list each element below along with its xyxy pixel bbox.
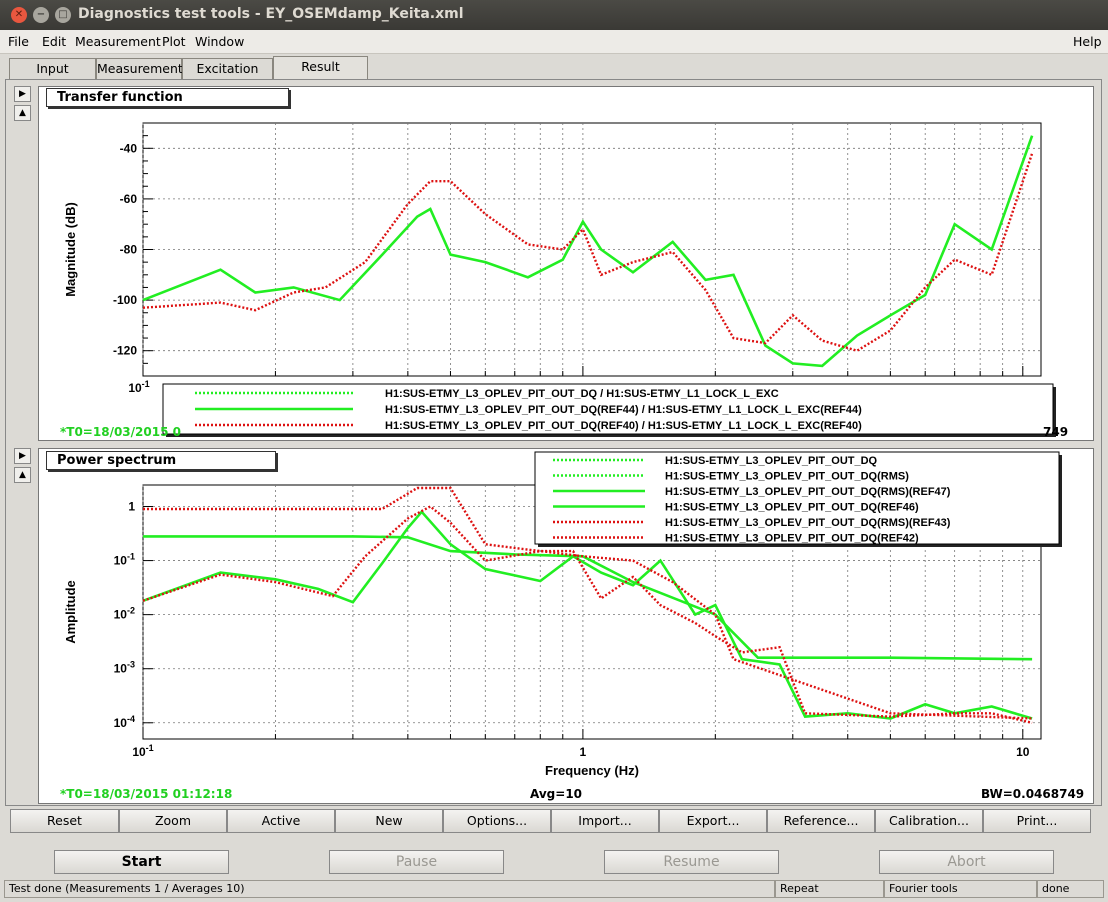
tab-measurement[interactable]: Measurement (96, 58, 183, 79)
bottom-y-tick-label: 10-3 (114, 660, 135, 676)
minimize-icon[interactable]: − (33, 7, 49, 23)
bottom-legend-entry-5: H1:SUS-ETMY_L3_OPLEV_PIT_OUT_DQ(REF42) (665, 533, 919, 545)
title-bar: ✕ − □ Diagnostics test tools - EY_OSEMda… (0, 0, 1108, 30)
menu-plot[interactable]: Plot (162, 34, 186, 49)
tab-result[interactable]: Result (273, 56, 368, 79)
bottom-y-axis-label: Amplitude (63, 580, 78, 644)
options-button[interactable]: Options... (443, 809, 551, 833)
collapse-up-icon-2[interactable]: ▲ (14, 467, 31, 483)
bottom-legend-entry-1: H1:SUS-ETMY_L3_OPLEV_PIT_OUT_DQ(RMS) (665, 471, 909, 483)
start-button[interactable]: Start (54, 850, 229, 874)
bottom-legend-entry-2: H1:SUS-ETMY_L3_OPLEV_PIT_OUT_DQ(RMS)(REF… (665, 486, 951, 498)
top-series-line-0 (142, 135, 1034, 368)
top-y-tick-label: -120 (113, 344, 137, 358)
status-message: Test done (Measurements 1 / Averages 10) (4, 880, 775, 898)
top-y-tick-label: -60 (120, 192, 138, 206)
window-title: Diagnostics test tools - EY_OSEMdamp_Kei… (78, 6, 464, 22)
top-x-tick-label: 10-1 (128, 379, 149, 395)
top-t0-label: *T0=18/03/2015 0 (60, 425, 181, 439)
power-spectrum-chart: 1 10-1 10-2 10-3 10-4 10-1 1 10 Frequency (Hz) Am… (63, 451, 1062, 778)
zoom-button[interactable]: Zoom (119, 809, 227, 833)
tab-excitation[interactable]: Excitation (182, 58, 273, 79)
bottom-y-tick-label: 10-1 (114, 552, 135, 568)
bw-label: BW=0.0468749 (981, 787, 1085, 801)
new-button[interactable]: New (335, 809, 443, 833)
power-spectrum-pad[interactable]: 1 10-1 10-2 10-3 10-4 10-1 1 10 Frequency (Hz) Am… (38, 448, 1094, 804)
tab-input[interactable]: Input (9, 58, 96, 79)
active-button[interactable]: Active (227, 809, 335, 833)
menu-bar: File Edit Measurement Plot Window Help (0, 30, 1108, 54)
top-legend-entry-0: H1:SUS-ETMY_L3_OPLEV_PIT_OUT_DQ / H1:SUS… (385, 388, 779, 400)
bottom-series-line-1 (143, 535, 1033, 661)
export-button[interactable]: Export... (659, 809, 767, 833)
expand-right-icon[interactable]: ▶ (14, 86, 31, 102)
top-y-axis-label: Magnitude (dB) (63, 202, 78, 297)
tab-bar: Input Measurement Excitation Result (0, 56, 1108, 80)
top-y-tick-label: -40 (120, 141, 138, 155)
maximize-icon[interactable]: □ (55, 7, 71, 23)
bottom-x-tick-label: 10 (1016, 745, 1030, 759)
import-button[interactable]: Import... (551, 809, 659, 833)
reset-button[interactable]: Reset (10, 809, 119, 833)
top-legend-entry-1: H1:SUS-ETMY_L3_OPLEV_PIT_OUT_DQ(REF44) /… (385, 404, 862, 416)
top-legend-entry-2: H1:SUS-ETMY_L3_OPLEV_PIT_OUT_DQ(REF40) /… (385, 420, 862, 432)
bottom-y-tick-label: 10-4 (114, 714, 135, 730)
pause-button[interactable]: Pause (329, 850, 504, 874)
menu-help[interactable]: Help (1073, 34, 1102, 49)
bottom-y-tick-label: 1 (128, 500, 135, 514)
transfer-function-pad[interactable]: -40 -60 -80 -100 -120 10-1 Magnitude (dB) H1:SU… (38, 86, 1094, 441)
expand-right-icon-2[interactable]: ▶ (14, 448, 31, 464)
bottom-x-tick-label: 1 (580, 745, 587, 759)
power-spectrum-title: Power spectrum (46, 451, 276, 470)
close-icon[interactable]: ✕ (11, 7, 27, 23)
top-y-tick-label: -100 (113, 293, 137, 307)
reference-button[interactable]: Reference... (767, 809, 875, 833)
top-y-tick-label: -80 (120, 243, 138, 257)
print-button[interactable]: Print... (983, 809, 1091, 833)
bottom-t0-label: *T0=18/03/2015 01:12:18 (60, 787, 233, 801)
bottom-x-axis-label: Frequency (Hz) (545, 763, 639, 778)
bottom-y-tick-label: 10-2 (114, 606, 135, 622)
bottom-x-tick-label: 10-1 (132, 743, 153, 759)
status-repeat: Repeat (775, 880, 884, 898)
bottom-legend-entry-0: H1:SUS-ETMY_L3_OPLEV_PIT_OUT_DQ (665, 455, 878, 467)
abort-button[interactable]: Abort (879, 850, 1054, 874)
calibration-button[interactable]: Calibration... (875, 809, 983, 833)
avg-label: Avg=10 (530, 787, 583, 801)
status-state: done (1037, 880, 1104, 898)
menu-window[interactable]: Window (195, 34, 244, 49)
collapse-up-icon[interactable]: ▲ (14, 105, 31, 121)
plot-button-row: Reset Zoom Active New Options... Import.… (10, 809, 1093, 833)
top-bw-label: 749 (1043, 425, 1069, 439)
resume-button[interactable]: Resume (604, 850, 779, 874)
bottom-legend-entry-3: H1:SUS-ETMY_L3_OPLEV_PIT_OUT_DQ(REF46) (665, 502, 919, 514)
menu-file[interactable]: File (8, 34, 29, 49)
menu-edit[interactable]: Edit (42, 34, 66, 49)
bottom-legend-entry-4: H1:SUS-ETMY_L3_OPLEV_PIT_OUT_DQ(RMS)(REF… (665, 517, 951, 529)
transfer-function-title: Transfer function (46, 88, 289, 107)
top-series-line-1 (142, 153, 1034, 352)
transfer-function-chart: -40 -60 -80 -100 -120 10-1 Magnitude (dB) H1:SU… (63, 122, 1056, 437)
menu-measurement[interactable]: Measurement (75, 34, 161, 49)
status-tools: Fourier tools (884, 880, 1037, 898)
